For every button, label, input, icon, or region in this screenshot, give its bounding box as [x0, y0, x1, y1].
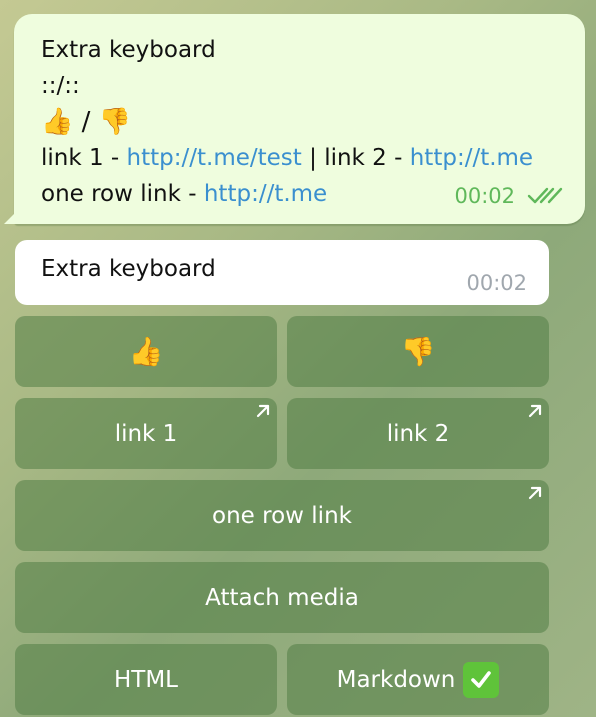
one-row-link-button[interactable]: one row link — [15, 480, 549, 551]
thumbs-down-icon: 👎 — [98, 107, 132, 137]
incoming-message-bubble: Extra keyboard 00:02 — [15, 240, 549, 305]
link-2-button-label: link 2 — [386, 420, 450, 447]
attach-media-button[interactable]: Attach media — [15, 562, 549, 633]
incoming-message-text: Extra keyboard — [41, 256, 216, 282]
thumbs-down-icon: 👎 — [400, 335, 436, 368]
check-mark-button-icon — [463, 661, 500, 698]
html-button[interactable]: HTML — [15, 644, 277, 715]
external-link-arrow-icon — [256, 404, 270, 418]
emoji-slash: / — [73, 107, 99, 137]
emoji-line: 👍 / 👎 — [41, 104, 557, 140]
external-link-arrow-icon — [528, 404, 542, 418]
markdown-button[interactable]: Markdown — [287, 644, 549, 715]
row-link-url[interactable]: http://t.me — [204, 181, 327, 207]
bubble-tail — [4, 210, 18, 224]
message-title: Extra keyboard — [41, 37, 216, 63]
html-button-label: HTML — [113, 666, 178, 693]
markdown-button-content: Markdown — [336, 661, 500, 698]
one-row-link-button-label: one row link — [212, 502, 352, 529]
external-link-arrow-icon — [528, 486, 542, 500]
link-divider: | — [301, 145, 325, 171]
link1-url[interactable]: http://t.me/test — [127, 145, 302, 171]
thumbs-up-icon: 👍 — [41, 107, 74, 137]
thumbs-up-button[interactable]: 👍 — [15, 316, 277, 387]
thumbs-up-icon: 👍 — [128, 335, 164, 368]
markdown-button-label: Markdown — [336, 666, 456, 693]
link1-label: link 1 - — [41, 145, 127, 171]
attach-media-button-label: Attach media — [205, 584, 359, 611]
outgoing-message-bubble: Extra keyboard ::/:: 👍 / 👎 link 1 - http… — [4, 14, 585, 224]
thumbs-down-button[interactable]: 👎 — [287, 316, 549, 387]
link-2-button[interactable]: link 2 — [287, 398, 549, 469]
outgoing-message-time: 00:02 — [454, 184, 515, 208]
link-1-button[interactable]: link 1 — [15, 398, 277, 469]
outgoing-message-meta: 00:02 — [454, 178, 565, 214]
link-1-button-label: link 1 — [114, 420, 178, 447]
incoming-message-time: 00:02 — [466, 271, 527, 295]
link2-url[interactable]: http://t.me — [410, 145, 533, 171]
double-check-icon — [527, 187, 563, 204]
links-line: link 1 - http://t.me/test | link 2 - htt… — [41, 140, 557, 176]
row-link-label: one row link - — [41, 181, 204, 207]
message-separator: ::/:: — [41, 73, 80, 99]
link2-label: link 2 - — [324, 145, 410, 171]
